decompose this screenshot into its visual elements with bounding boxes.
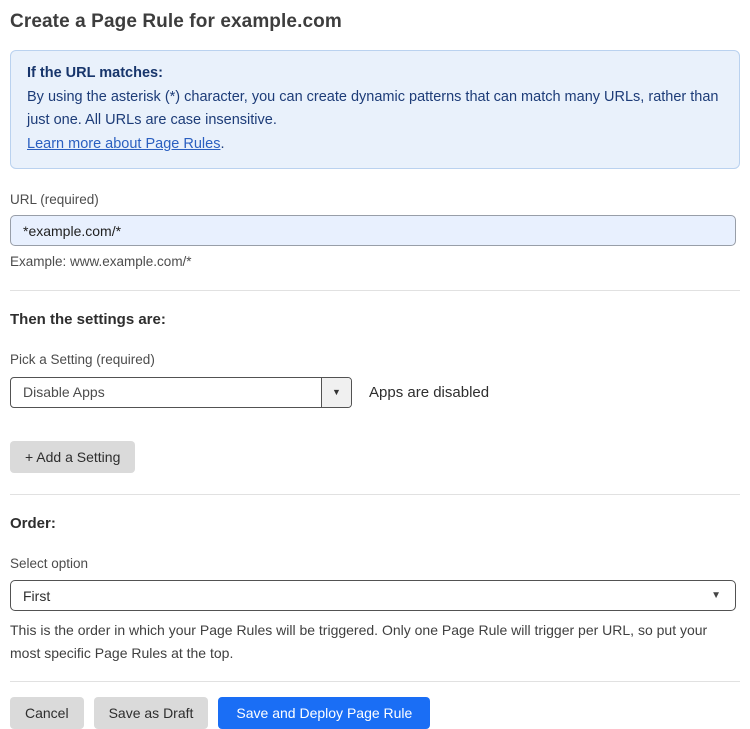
order-heading: Order:: [10, 515, 56, 532]
url-match-info-box: If the URL matches: By using the asteris…: [10, 50, 740, 169]
section-divider: [10, 494, 740, 495]
info-box-body: By using the asterisk (*) character, you…: [27, 89, 719, 128]
url-label: URL (required): [10, 192, 99, 207]
cancel-button[interactable]: Cancel: [10, 697, 84, 729]
save-deploy-button[interactable]: Save and Deploy Page Rule: [218, 697, 431, 729]
order-select-label: Select option: [10, 556, 89, 571]
chevron-down-icon: ▼: [711, 589, 721, 601]
info-link-line: Learn more about Page Rules.: [27, 133, 723, 156]
order-select-value: First: [23, 587, 51, 604]
setting-select[interactable]: Disable Apps ▼: [10, 377, 352, 408]
learn-more-link[interactable]: Learn more about Page Rules: [27, 136, 220, 152]
url-input[interactable]: [10, 215, 736, 246]
setting-select-arrow-button[interactable]: ▼: [321, 378, 351, 407]
page-title: Create a Page Rule for example.com: [10, 11, 342, 32]
setting-row: Disable Apps ▼ Apps are disabled: [10, 377, 740, 408]
info-box-heading: If the URL matches:: [27, 65, 163, 81]
page-rule-form: Create a Page Rule for example.com If th…: [0, 11, 750, 729]
section-divider: [10, 290, 740, 291]
setting-label: Pick a Setting (required): [10, 352, 155, 367]
settings-heading: Then the settings are:: [10, 311, 166, 328]
save-draft-button[interactable]: Save as Draft: [93, 697, 209, 729]
footer-divider: [10, 681, 740, 682]
order-select[interactable]: First ▼: [10, 580, 736, 611]
setting-status-text: Apps are disabled: [369, 384, 490, 401]
footer-actions: Cancel Save as Draft Save and Deploy Pag…: [10, 697, 740, 729]
order-helper-text: This is the order in which your Page Rul…: [10, 622, 708, 661]
url-example-helper: Example: www.example.com/*: [10, 254, 192, 269]
add-setting-button[interactable]: + Add a Setting: [10, 441, 136, 473]
link-suffix: .: [220, 136, 225, 152]
chevron-down-icon: ▼: [332, 387, 341, 397]
setting-select-value: Disable Apps: [23, 384, 105, 400]
